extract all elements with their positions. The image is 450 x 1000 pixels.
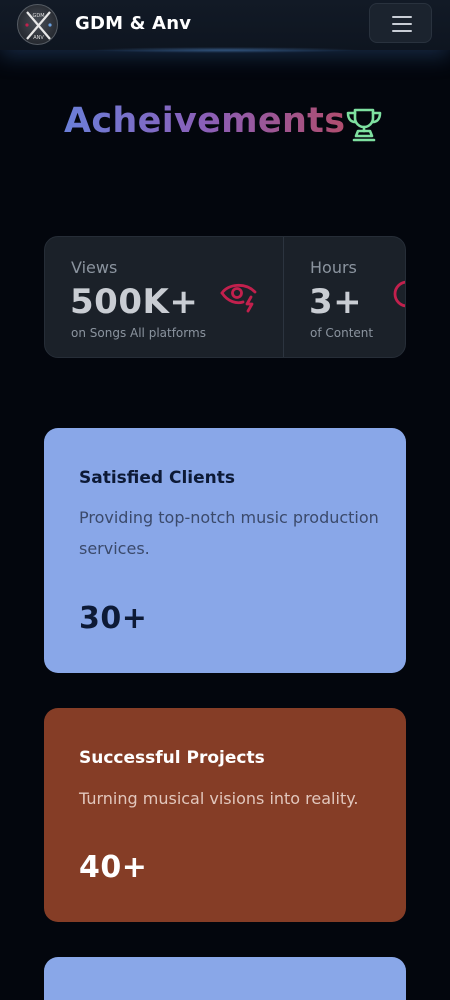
page: GDM ANV GDM & Anv Acheivements Views 500… — [0, 0, 450, 1000]
card-title: Successful Projects — [79, 748, 265, 768]
brand-name[interactable]: GDM & Anv — [75, 13, 191, 34]
stats-carousel[interactable]: Views 500K+ on Songs All platforms Hours… — [44, 236, 406, 358]
stat-label: Hours — [310, 258, 357, 277]
stat-card-hours: Hours 3+ of Content — [284, 237, 405, 357]
brand-logo[interactable]: GDM ANV — [17, 4, 58, 45]
eye-icon — [220, 283, 257, 313]
card-value: 40+ — [79, 850, 148, 885]
stat-value: 500K+ — [70, 282, 199, 322]
card-value: 30+ — [79, 601, 148, 636]
achievement-card-projects: Successful Projects Turning musical visi… — [44, 708, 406, 922]
logo-emblem-icon: GDM ANV — [25, 11, 52, 41]
stat-value: 3+ — [309, 282, 363, 322]
stat-label: Views — [71, 258, 118, 277]
card-description: Turning musical visions into reality. — [79, 789, 359, 808]
stat-description: of Content — [310, 326, 374, 340]
svg-text:GDM: GDM — [32, 13, 44, 19]
stat-card-views: Views 500K+ on Songs All platforms — [45, 237, 284, 357]
clock-icon — [393, 280, 405, 308]
menu-button[interactable] — [369, 3, 432, 43]
achievement-card-clients: Satisfied Clients Providing top-notch mu… — [44, 428, 406, 673]
section-title: Acheivements — [64, 101, 346, 141]
trophy-icon — [346, 108, 382, 142]
top-nav-bar: GDM ANV GDM & Anv — [0, 0, 450, 53]
card-title: Satisfied Clients — [79, 468, 236, 488]
hamburger-icon — [392, 16, 412, 18]
card-description: Providing top-notch music production ser… — [79, 508, 379, 558]
achievement-card-next — [44, 957, 406, 1000]
stat-description: on Songs All platforms — [71, 326, 206, 340]
svg-text:ANV: ANV — [33, 35, 44, 41]
